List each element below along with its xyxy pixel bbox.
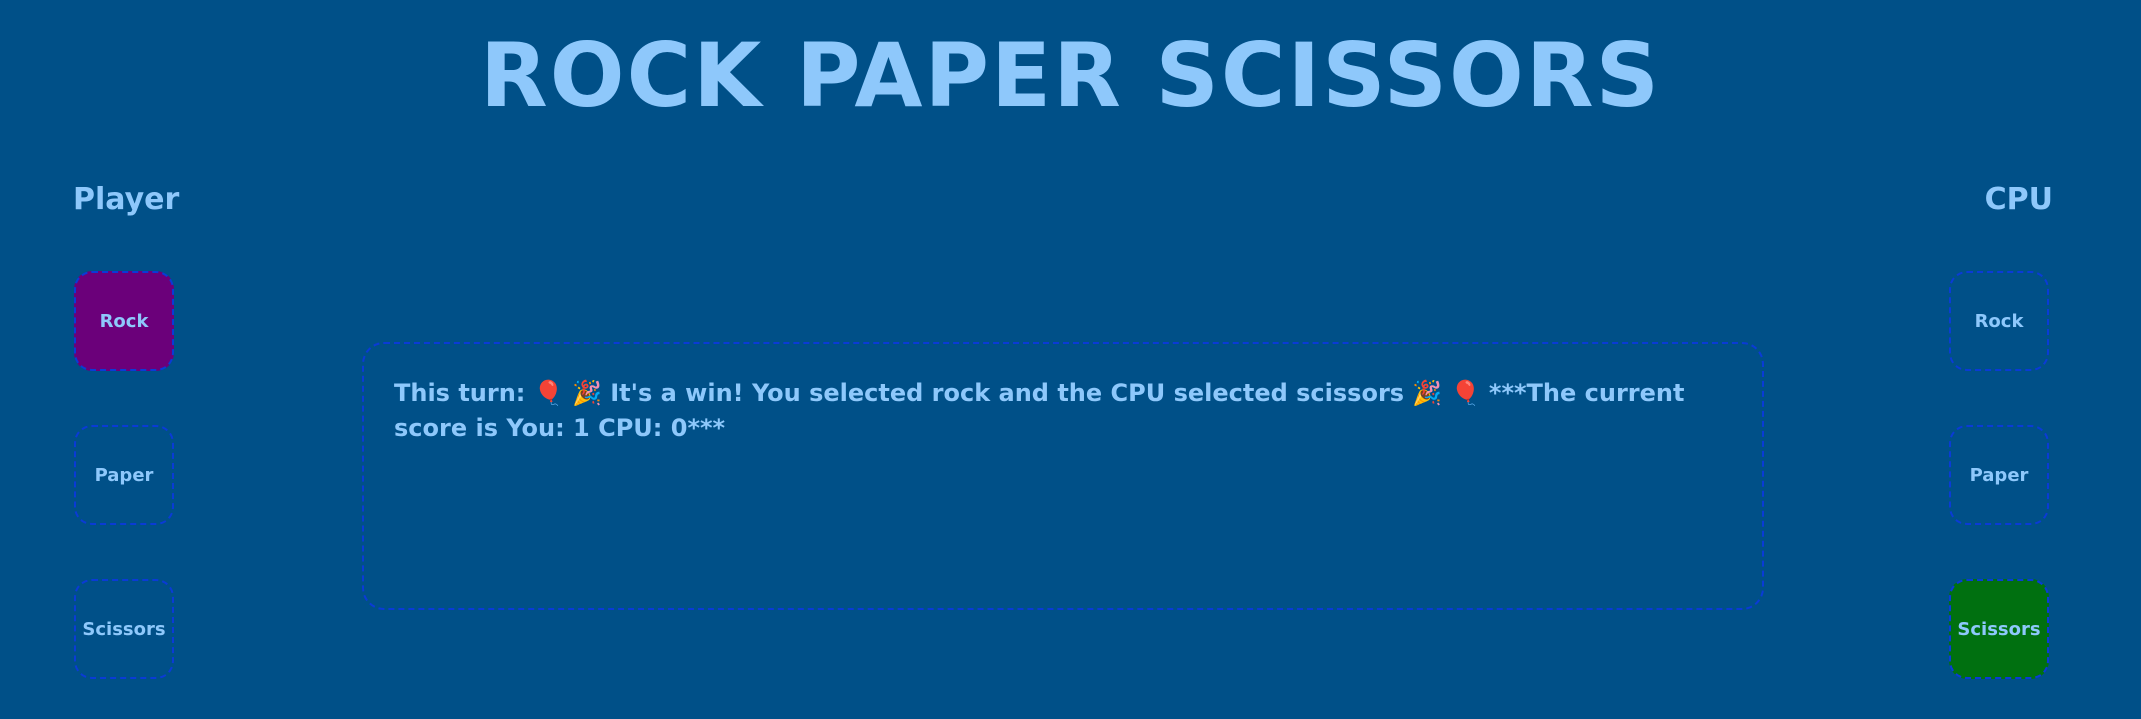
cpu-rock-choice: Rock bbox=[1949, 271, 2049, 371]
player-label: Player bbox=[73, 182, 180, 217]
player-scissors-button[interactable]: Scissors bbox=[74, 579, 174, 679]
result-message: This turn: 🎈 🎉 It's a win! You selected … bbox=[394, 379, 1685, 442]
player-rock-button[interactable]: Rock bbox=[74, 271, 174, 371]
cpu-scissors-choice: Scissors bbox=[1949, 579, 2049, 679]
result-panel: This turn: 🎈 🎉 It's a win! You selected … bbox=[362, 342, 1764, 610]
cpu-paper-choice: Paper bbox=[1949, 425, 2049, 525]
game-page: ROCK PAPER SCISSORS Player CPU Rock Pape… bbox=[0, 0, 2141, 719]
cpu-label: CPU bbox=[1984, 182, 2053, 217]
page-title: ROCK PAPER SCISSORS bbox=[480, 24, 1661, 127]
player-paper-button[interactable]: Paper bbox=[74, 425, 174, 525]
